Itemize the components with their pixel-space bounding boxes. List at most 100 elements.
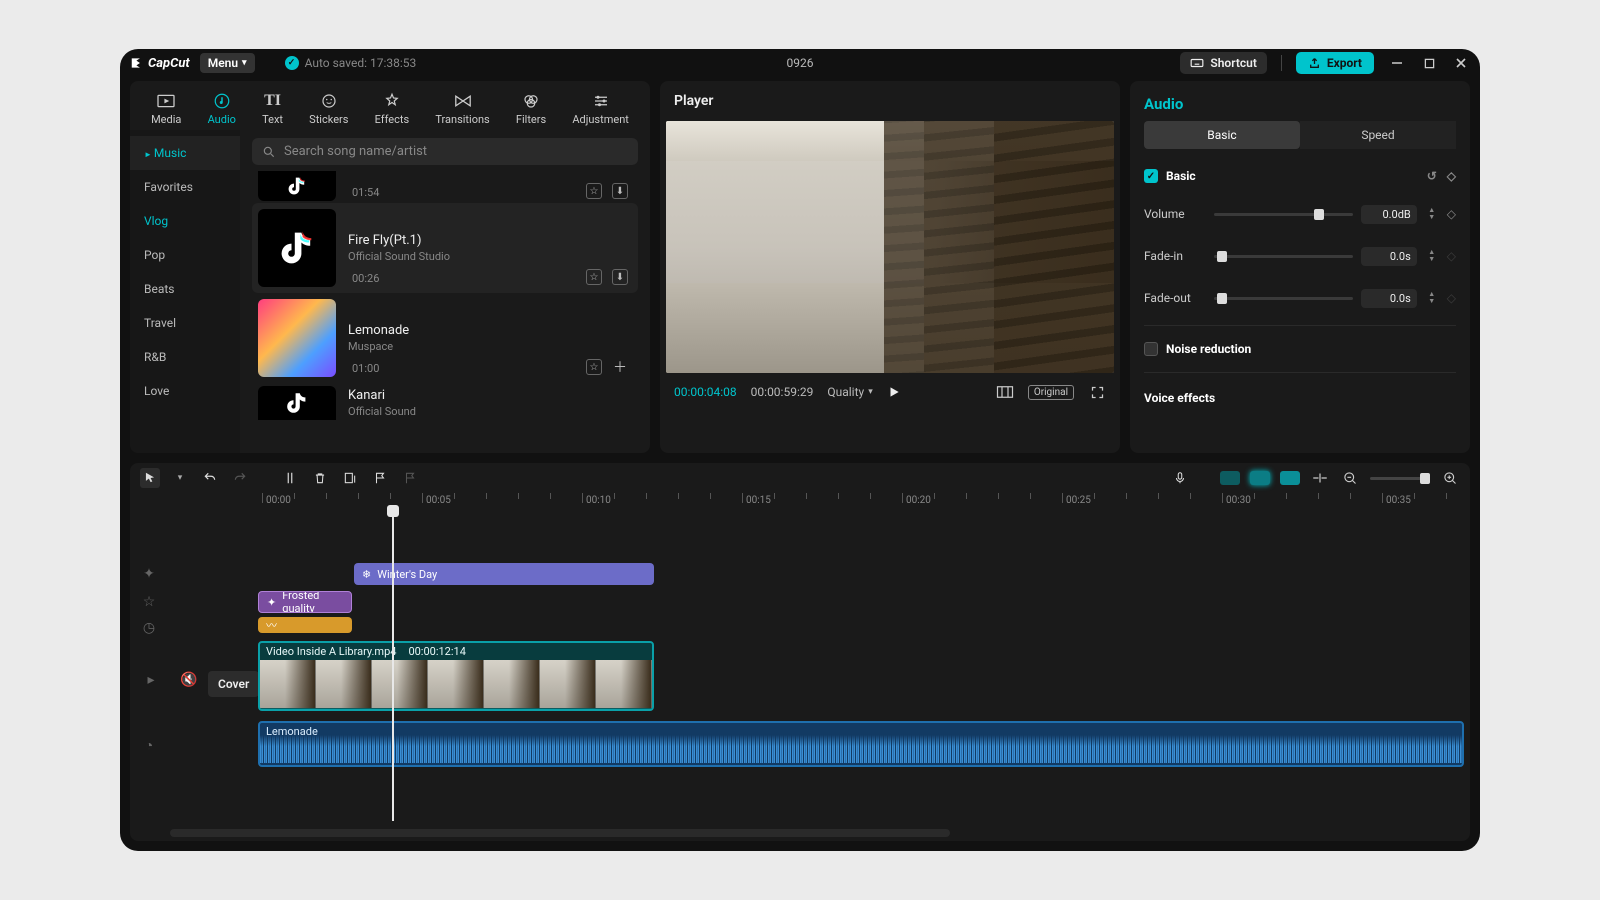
fullscreen-button[interactable] — [1088, 383, 1106, 401]
favorite-icon[interactable]: ☆ — [586, 183, 602, 199]
tab-media[interactable]: Media — [145, 87, 187, 130]
keyboard-icon — [1190, 56, 1204, 70]
reset-icon[interactable]: ↺ — [1427, 169, 1437, 183]
clip-video[interactable]: Video Inside A Library.mp400:00:12:14 — [258, 641, 654, 711]
magnet-main[interactable] — [1220, 471, 1240, 485]
tab-adjustment[interactable]: Adjustment — [566, 87, 635, 130]
select-tool[interactable] — [140, 468, 160, 488]
clip-audio[interactable]: Lemonade — [258, 721, 1464, 767]
tab-text[interactable]: TIText — [256, 87, 289, 130]
zoom-in-button[interactable] — [1440, 468, 1460, 488]
maximize-icon — [1424, 58, 1435, 69]
record-button[interactable] — [1170, 468, 1190, 488]
fadein-value[interactable]: 0.0s — [1361, 247, 1417, 266]
ratio-button[interactable]: Original — [1028, 385, 1074, 400]
shortcut-button[interactable]: Shortcut — [1180, 52, 1266, 74]
timeline-scrollbar[interactable] — [170, 829, 950, 837]
split-button[interactable] — [280, 468, 300, 488]
stepper-icon[interactable]: ▲▼ — [1425, 287, 1439, 309]
marker-button-2[interactable] — [400, 468, 420, 488]
basic-header: ✓ Basic ↺ ◇ — [1144, 159, 1456, 193]
preview-axis[interactable] — [1310, 468, 1330, 488]
clip-winter[interactable]: ❄Winter's Day — [354, 563, 654, 585]
close-icon — [1455, 57, 1467, 69]
insp-tab-speed[interactable]: Speed — [1300, 121, 1456, 149]
fadeout-slider[interactable] — [1214, 297, 1353, 300]
menu-button[interactable]: Menu ▾ — [200, 53, 255, 73]
song-row[interactable]: Fire Fly(Pt.1) Official Sound Studio 00:… — [252, 203, 638, 293]
cat-vlog[interactable]: Vlog — [130, 204, 240, 238]
tab-filters[interactable]: Filters — [510, 87, 552, 130]
undo-icon — [202, 471, 218, 485]
maximize-button[interactable] — [1420, 54, 1438, 72]
minimize-button[interactable] — [1388, 54, 1406, 72]
magnet-link[interactable] — [1280, 471, 1300, 485]
crop-left-button[interactable] — [340, 468, 360, 488]
cat-rnb[interactable]: R&B — [130, 340, 240, 374]
sticker-track-icon[interactable]: ☆ — [140, 593, 158, 611]
noise-checkbox[interactable] — [1144, 342, 1158, 356]
redo-button[interactable] — [230, 468, 250, 488]
close-button[interactable] — [1452, 54, 1470, 72]
tab-transitions[interactable]: Transitions — [429, 87, 495, 130]
toggle-track-icon[interactable]: ▸ — [142, 671, 160, 689]
keyframe-icon[interactable]: ◇ — [1447, 291, 1456, 305]
inspector-title: Audio — [1130, 81, 1470, 121]
basic-checkbox[interactable]: ✓ — [1144, 169, 1158, 183]
cat-travel[interactable]: Travel — [130, 306, 240, 340]
cover-button[interactable]: Cover — [208, 671, 259, 697]
titlebar: CapCut Menu ▾ ✓ Auto saved: 17:38:53 092… — [120, 49, 1480, 77]
song-row[interactable]: 01:54 ☆ ⬇ — [252, 169, 638, 203]
mute-track-icon[interactable]: 🔇 — [180, 671, 198, 689]
search-input[interactable]: Search song name/artist — [252, 138, 638, 165]
player-preview[interactable] — [666, 121, 1114, 373]
cat-beats[interactable]: Beats — [130, 272, 240, 306]
tiktok-icon — [283, 174, 311, 198]
volume-value[interactable]: 0.0dB — [1361, 205, 1417, 224]
keyframe-icon[interactable]: ◇ — [1447, 249, 1456, 263]
fadeout-value[interactable]: 0.0s — [1361, 289, 1417, 308]
timeline-body[interactable]: 00:0000:0500:1000:1500:2000:2500:3000:35… — [130, 493, 1470, 841]
song-row[interactable]: Lemonade Muspace 01:00 ☆ ＋ — [252, 293, 638, 383]
tab-audio[interactable]: Audio — [202, 87, 242, 130]
song-row[interactable]: Kanari Official Sound — [252, 383, 638, 423]
timeline-panel: ▾ — [130, 463, 1470, 841]
download-icon[interactable]: ⬇ — [612, 269, 628, 285]
timeline-ruler[interactable]: 00:0000:0500:1000:1500:2000:2500:3000:35 — [256, 493, 1470, 511]
stepper-icon[interactable]: ▲▼ — [1425, 203, 1439, 225]
play-button[interactable] — [887, 385, 901, 399]
clip-frost[interactable]: ✦Frosted quality — [258, 591, 352, 613]
quality-button[interactable]: Quality▾ — [827, 385, 872, 399]
tool-dropdown[interactable]: ▾ — [170, 468, 190, 488]
cat-favorites[interactable]: Favorites — [130, 170, 240, 204]
zoom-out-button[interactable] — [1340, 468, 1360, 488]
compare-button[interactable] — [996, 383, 1014, 401]
keyframe-icon[interactable]: ◇ — [1447, 207, 1456, 221]
stepper-icon[interactable]: ▲▼ — [1425, 245, 1439, 267]
cat-pop[interactable]: Pop — [130, 238, 240, 272]
export-button[interactable]: Export — [1296, 52, 1374, 74]
keyframe-icon[interactable]: ◇ — [1447, 169, 1456, 183]
library-body: Music Favorites Vlog Pop Beats Travel R&… — [130, 130, 650, 453]
download-icon[interactable]: ⬇ — [612, 183, 628, 199]
time-track-icon[interactable]: ◷ — [140, 619, 158, 637]
tab-effects[interactable]: Effects — [369, 87, 416, 130]
effect-track-icon[interactable]: ✦ — [140, 565, 158, 583]
marker-button[interactable] — [370, 468, 390, 488]
favorite-icon[interactable]: ☆ — [586, 359, 602, 375]
magnet-aux[interactable] — [1250, 471, 1270, 485]
undo-button[interactable] — [200, 468, 220, 488]
zoom-slider[interactable] — [1370, 477, 1430, 480]
volume-slider[interactable] — [1214, 213, 1353, 216]
playhead[interactable] — [392, 511, 394, 821]
add-icon[interactable]: ＋ — [612, 359, 628, 375]
fadein-slider[interactable] — [1214, 255, 1353, 258]
cat-music[interactable]: Music — [130, 136, 240, 170]
clip-orange[interactable]: 〰 — [258, 617, 352, 633]
delete-button[interactable] — [310, 468, 330, 488]
tab-stickers[interactable]: Stickers — [303, 87, 354, 130]
favorite-icon[interactable]: ☆ — [586, 269, 602, 285]
audio-track-icon[interactable]: ◔ — [140, 736, 158, 754]
cat-love[interactable]: Love — [130, 374, 240, 408]
insp-tab-basic[interactable]: Basic — [1144, 121, 1300, 149]
